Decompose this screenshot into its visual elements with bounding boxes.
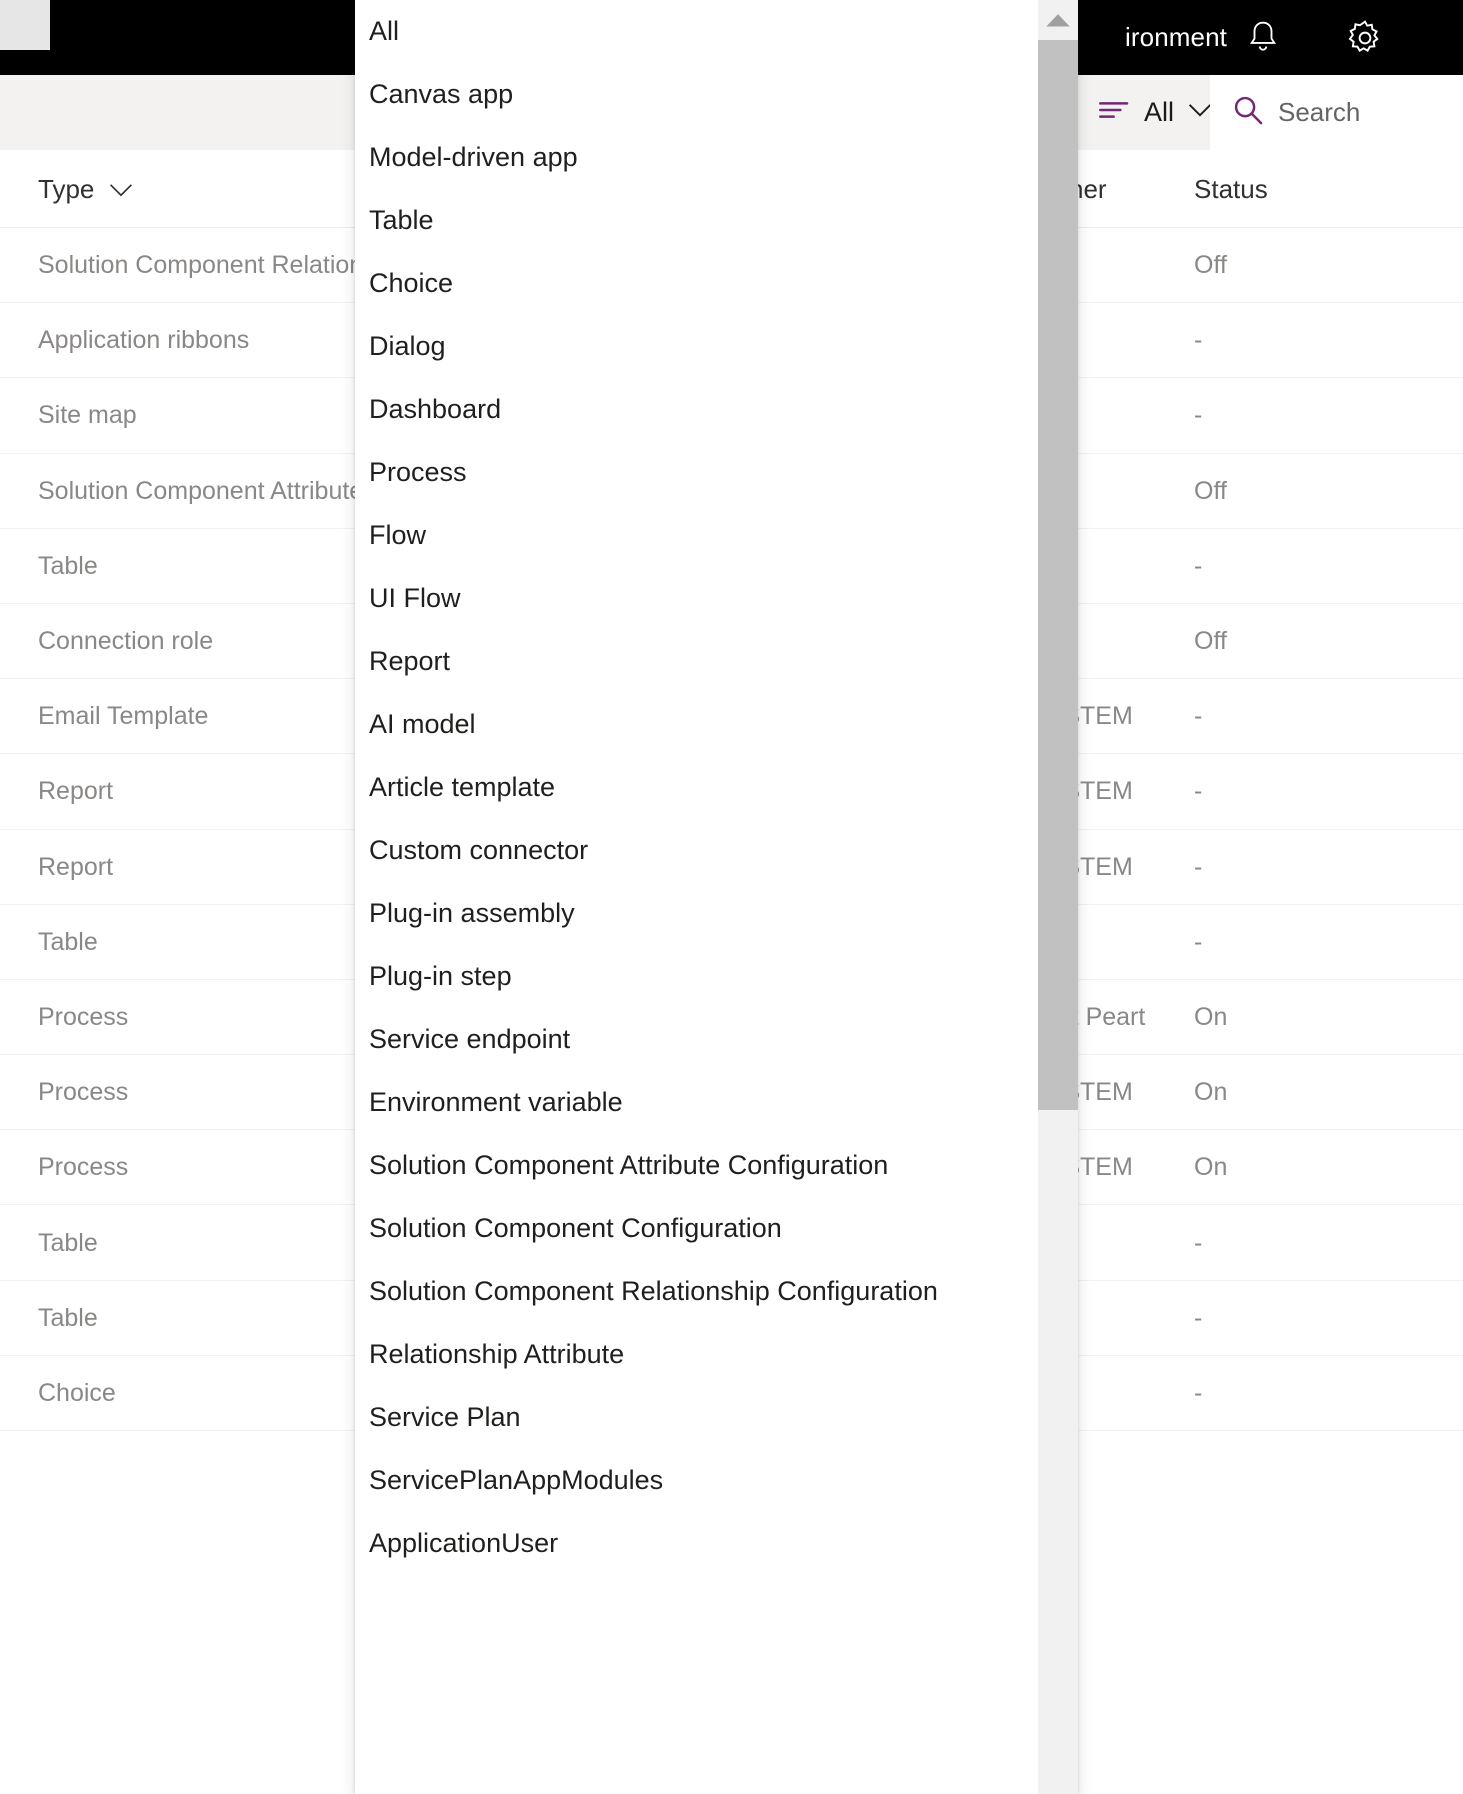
- column-header-type[interactable]: Type: [38, 150, 134, 228]
- type-filter-option[interactable]: Solution Component Attribute Configurati…: [355, 1134, 1038, 1197]
- type-filter-option[interactable]: Solution Component Relationship Configur…: [355, 1260, 1038, 1323]
- type-filter-option[interactable]: AI model: [355, 693, 1038, 756]
- cell-type: Table: [38, 1205, 98, 1280]
- flyout-scrollbar-thumb[interactable]: [1038, 40, 1078, 1110]
- cell-status: -: [1194, 378, 1202, 453]
- type-filter-option[interactable]: Dashboard: [355, 378, 1038, 441]
- type-filter-option[interactable]: Service endpoint: [355, 1008, 1038, 1071]
- cell-type: Process: [38, 1055, 128, 1130]
- cell-status: -: [1194, 905, 1202, 980]
- type-filter-option[interactable]: Canvas app: [355, 63, 1038, 126]
- type-filter-option[interactable]: ServicePlanAppModules: [355, 1449, 1038, 1512]
- type-filter-option[interactable]: Plug-in step: [355, 945, 1038, 1008]
- settings-button[interactable]: [1329, 0, 1401, 75]
- view-filter-label: All: [1144, 97, 1174, 128]
- search-icon: [1232, 94, 1264, 131]
- cell-status: -: [1194, 830, 1202, 905]
- type-filter-option-list: AllCanvas appModel-driven appTableChoice…: [355, 0, 1038, 1575]
- type-filter-option[interactable]: UI Flow: [355, 567, 1038, 630]
- cell-status: On: [1194, 980, 1227, 1055]
- type-filter-option[interactable]: Relationship Attribute: [355, 1323, 1038, 1386]
- cell-type: Table: [38, 1281, 98, 1356]
- cell-type: Process: [38, 1130, 128, 1205]
- notifications-button[interactable]: [1227, 0, 1299, 75]
- cell-status: -: [1194, 303, 1202, 378]
- filter-lines-icon: [1099, 99, 1131, 126]
- cell-status: On: [1194, 1130, 1227, 1205]
- type-filter-option[interactable]: ApplicationUser: [355, 1512, 1038, 1575]
- cell-status: -: [1194, 1281, 1202, 1356]
- type-filter-option[interactable]: Service Plan: [355, 1386, 1038, 1449]
- type-filter-option[interactable]: Article template: [355, 756, 1038, 819]
- cell-status: Off: [1194, 454, 1227, 529]
- type-filter-option[interactable]: All: [355, 0, 1038, 63]
- gear-icon: [1345, 18, 1385, 58]
- cell-status: -: [1194, 1356, 1202, 1431]
- cell-type: Choice: [38, 1356, 116, 1431]
- type-filter-option[interactable]: Flow: [355, 504, 1038, 567]
- search-placeholder-text: Search: [1278, 97, 1360, 128]
- type-filter-option[interactable]: Environment variable: [355, 1071, 1038, 1134]
- cell-type: Email Template: [38, 679, 208, 754]
- cell-status: -: [1194, 679, 1202, 754]
- type-filter-option[interactable]: Custom connector: [355, 819, 1038, 882]
- cell-status: -: [1194, 529, 1202, 604]
- type-filter-option[interactable]: Dialog: [355, 315, 1038, 378]
- type-filter-option[interactable]: Model-driven app: [355, 126, 1038, 189]
- column-header-status[interactable]: Status: [1194, 150, 1268, 228]
- cell-type: Table: [38, 905, 98, 980]
- cell-type: Process: [38, 980, 128, 1055]
- cell-status: -: [1194, 1205, 1202, 1280]
- cell-type: Table: [38, 529, 98, 604]
- type-filter-option[interactable]: Choice: [355, 252, 1038, 315]
- type-filter-option[interactable]: Plug-in assembly: [355, 882, 1038, 945]
- caret-up-icon[interactable]: [1038, 0, 1078, 40]
- chevron-down-icon: [108, 174, 134, 205]
- type-filter-flyout: AllCanvas appModel-driven appTableChoice…: [355, 0, 1078, 1794]
- cell-type: Application ribbons: [38, 303, 249, 378]
- cell-type: Connection role: [38, 604, 213, 679]
- column-header-type-label: Type: [38, 174, 94, 205]
- cell-status: -: [1194, 754, 1202, 829]
- environment-label: ironment: [1125, 0, 1227, 75]
- cell-status: Off: [1194, 228, 1227, 303]
- type-filter-option[interactable]: Solution Component Configuration: [355, 1197, 1038, 1260]
- cell-type: Site map: [38, 378, 137, 453]
- flyout-scrollbar-track[interactable]: [1038, 0, 1078, 1794]
- type-filter-option[interactable]: Process: [355, 441, 1038, 504]
- cell-status: On: [1194, 1055, 1227, 1130]
- cell-status: Off: [1194, 604, 1227, 679]
- cell-type: Report: [38, 754, 113, 829]
- column-header-status-label: Status: [1194, 174, 1268, 205]
- cell-type: Report: [38, 830, 113, 905]
- type-filter-option[interactable]: Report: [355, 630, 1038, 693]
- search-input[interactable]: Search: [1210, 75, 1463, 150]
- bell-icon: [1246, 19, 1280, 57]
- waffle-icon[interactable]: [0, 0, 50, 50]
- type-filter-option[interactable]: Table: [355, 189, 1038, 252]
